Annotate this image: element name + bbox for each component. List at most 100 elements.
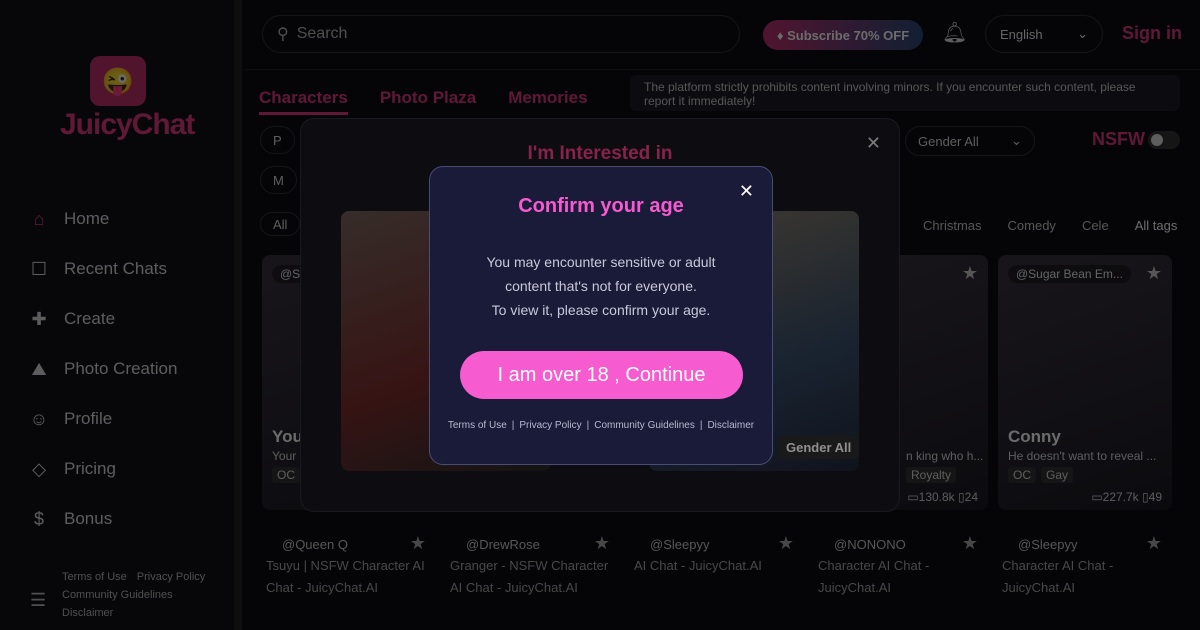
terms-link[interactable]: Terms of Use <box>448 420 507 431</box>
card-name: Conny <box>1008 427 1061 446</box>
tab-photo-plaza[interactable]: Photo Plaza <box>380 88 476 115</box>
star-icon[interactable]: ★ <box>1146 533 1162 554</box>
search-input[interactable]: ⚲ Search <box>262 15 740 53</box>
sidebar-item-label: Create <box>64 309 116 328</box>
sidebar-item-recent-chats[interactable]: ☐ Recent Chats <box>28 244 177 294</box>
tag-list: Christmas Comedy Cele All tags <box>915 216 1185 235</box>
menu-icon[interactable]: ☰ <box>30 590 46 611</box>
logo-text: JuicyChat <box>60 108 195 141</box>
sidebar-item-bonus[interactable]: $ Bonus <box>28 494 177 544</box>
footer-link-terms[interactable]: Terms of Use <box>62 571 127 583</box>
character-card[interactable]: @Queen Q ★ Tsuyu | NSFW Character AI Chat … <box>262 525 436 625</box>
sidebar-item-pricing[interactable]: ◇ Pricing <box>28 444 177 494</box>
card-tag[interactable]: OC <box>1008 467 1036 483</box>
pill-label: All <box>273 216 288 232</box>
photo-icon: ⛰ <box>31 358 47 379</box>
card-tag[interactable]: Royalty <box>906 467 957 483</box>
character-card[interactable]: @Sleepyy ★ Character AI Chat - JuicyChat.A… <box>998 525 1172 625</box>
card-author: @NONONO <box>834 537 906 552</box>
privacy-link[interactable]: Privacy Policy <box>519 420 581 431</box>
sidebar-scrollbar[interactable] <box>234 0 242 630</box>
card-tags: OC Gay <box>1008 467 1074 483</box>
logo[interactable]: 😜 JuicyChat <box>60 56 195 142</box>
star-icon[interactable]: ★ <box>410 533 426 554</box>
confirm-age-button[interactable]: I am over 18 , Continue <box>460 351 743 399</box>
age-modal-text: You may encounter sensitive or adult <box>486 254 716 270</box>
card-author: @Sugar Bean Em... <box>1008 265 1131 283</box>
search-placeholder: Search <box>296 25 348 42</box>
sidebar-item-label: Photo Creation <box>64 359 178 378</box>
coin-icon: $ <box>33 508 44 529</box>
card-image-alt: Character AI Chat - JuicyChat.AI <box>1002 558 1114 595</box>
card-name: You <box>272 427 303 446</box>
character-card[interactable]: @DrewRose ★ Granger - NSFW Character AI Ch… <box>446 525 620 625</box>
card-author: @Queen Q <box>282 537 348 552</box>
character-card[interactable]: @Sleepyy ★ AI Chat - JuicyChat.AI <box>630 525 804 625</box>
card-desc: He doesn't want to reveal ... <box>1008 449 1157 463</box>
star-icon[interactable]: ★ <box>1146 263 1162 284</box>
footer-link-guidelines[interactable]: Community Guidelines <box>62 589 173 601</box>
gender-value: Gender All <box>918 133 979 149</box>
filter-pill-m[interactable]: M <box>260 166 297 194</box>
age-modal-text: To view it, please confirm your age. <box>491 302 711 318</box>
pill-label: P <box>273 132 282 148</box>
card-tags: Royalty <box>906 467 957 483</box>
sign-in-link[interactable]: Sign in <box>1122 23 1182 44</box>
star-icon[interactable]: ★ <box>594 533 610 554</box>
pill-label: M <box>273 172 284 188</box>
user-icon: ☺ <box>29 408 49 429</box>
sidebar-item-create[interactable]: ✚ Create <box>28 294 177 344</box>
close-icon[interactable]: ✕ <box>739 181 754 202</box>
subscribe-button[interactable]: ♦ Subscribe 70% OFF <box>763 20 923 50</box>
language-value: English <box>1000 26 1043 42</box>
star-icon[interactable]: ★ <box>778 533 794 554</box>
save-count: 49 <box>1148 490 1162 504</box>
chat-icon: ☐ <box>30 258 48 279</box>
guidelines-link[interactable]: Community Guidelines <box>594 420 695 431</box>
sidebar-item-label: Home <box>64 209 110 228</box>
diamond-icon: ♦ <box>776 27 788 43</box>
character-card[interactable]: @NONONO ★ Character AI Chat - JuicyChat.AI <box>814 525 988 625</box>
sidebar-nav: ⌂ Home ☐ Recent Chats ✚ Create ⛰ Photo Creat… <box>28 194 178 544</box>
sidebar-item-photo-creation[interactable]: ⛰ Photo Creation <box>28 344 177 394</box>
logo-icon: 😜 <box>90 56 146 106</box>
all-tags-button[interactable]: All tags <box>1127 216 1186 235</box>
disclaimer-link[interactable]: Disclaimer <box>707 420 754 431</box>
card-tag[interactable]: OC <box>272 467 300 483</box>
star-icon[interactable]: ★ <box>962 263 978 284</box>
card-desc: n king who h... <box>906 449 984 463</box>
footer-link-privacy[interactable]: Privacy Policy <box>137 571 205 583</box>
bell-icon[interactable]: 🔔︎ <box>942 20 967 45</box>
character-card[interactable]: @Sugar Bean Em... ★ Conny He doesn't want t… <box>998 255 1172 510</box>
nsfw-toggle[interactable] <box>1148 131 1180 149</box>
card-tags: OC <box>272 467 300 483</box>
main-tabs: Characters Photo Plaza Memories <box>259 88 588 115</box>
filter-pill-popular[interactable]: P <box>260 126 295 154</box>
tag-comedy[interactable]: Comedy <box>1000 216 1064 235</box>
sidebar-item-profile[interactable]: ☺ Profile <box>28 394 177 444</box>
card-stats: ▭227.7k ▯49 <box>1091 490 1162 504</box>
card-tag[interactable]: Gay <box>1041 467 1074 483</box>
tab-characters[interactable]: Characters <box>259 88 348 115</box>
diamond-icon: ◇ <box>32 458 46 479</box>
gender-select[interactable]: Gender All ⌄ <box>905 126 1035 156</box>
card-image-alt: AI Chat - JuicyChat.AI <box>634 558 762 573</box>
sidebar-item-home[interactable]: ⌂ Home <box>28 194 177 244</box>
star-icon[interactable]: ★ <box>962 533 978 554</box>
tag-celebrity[interactable]: Cele <box>1074 216 1117 235</box>
card-stats: ▭130.8k ▯24 <box>907 490 978 504</box>
language-select[interactable]: English ⌄ <box>985 15 1103 53</box>
tab-memories[interactable]: Memories <box>508 88 587 115</box>
close-icon[interactable]: ✕ <box>866 133 881 154</box>
search-icon: ⚲ <box>277 26 289 43</box>
gender-all-tag[interactable]: Gender All <box>778 436 860 459</box>
footer-link-disclaimer[interactable]: Disclaimer <box>62 607 113 619</box>
create-icon: ✚ <box>31 308 47 329</box>
sidebar-item-label: Bonus <box>64 509 113 528</box>
chat-count: 130.8k <box>918 490 955 504</box>
tag-christmas[interactable]: Christmas <box>915 216 990 235</box>
age-modal-text: content that's not for everyone. <box>505 278 697 294</box>
card-author: @Sleepyy <box>650 537 710 552</box>
tag-all[interactable]: All <box>260 212 301 236</box>
sidebar-item-label: Profile <box>64 409 113 428</box>
